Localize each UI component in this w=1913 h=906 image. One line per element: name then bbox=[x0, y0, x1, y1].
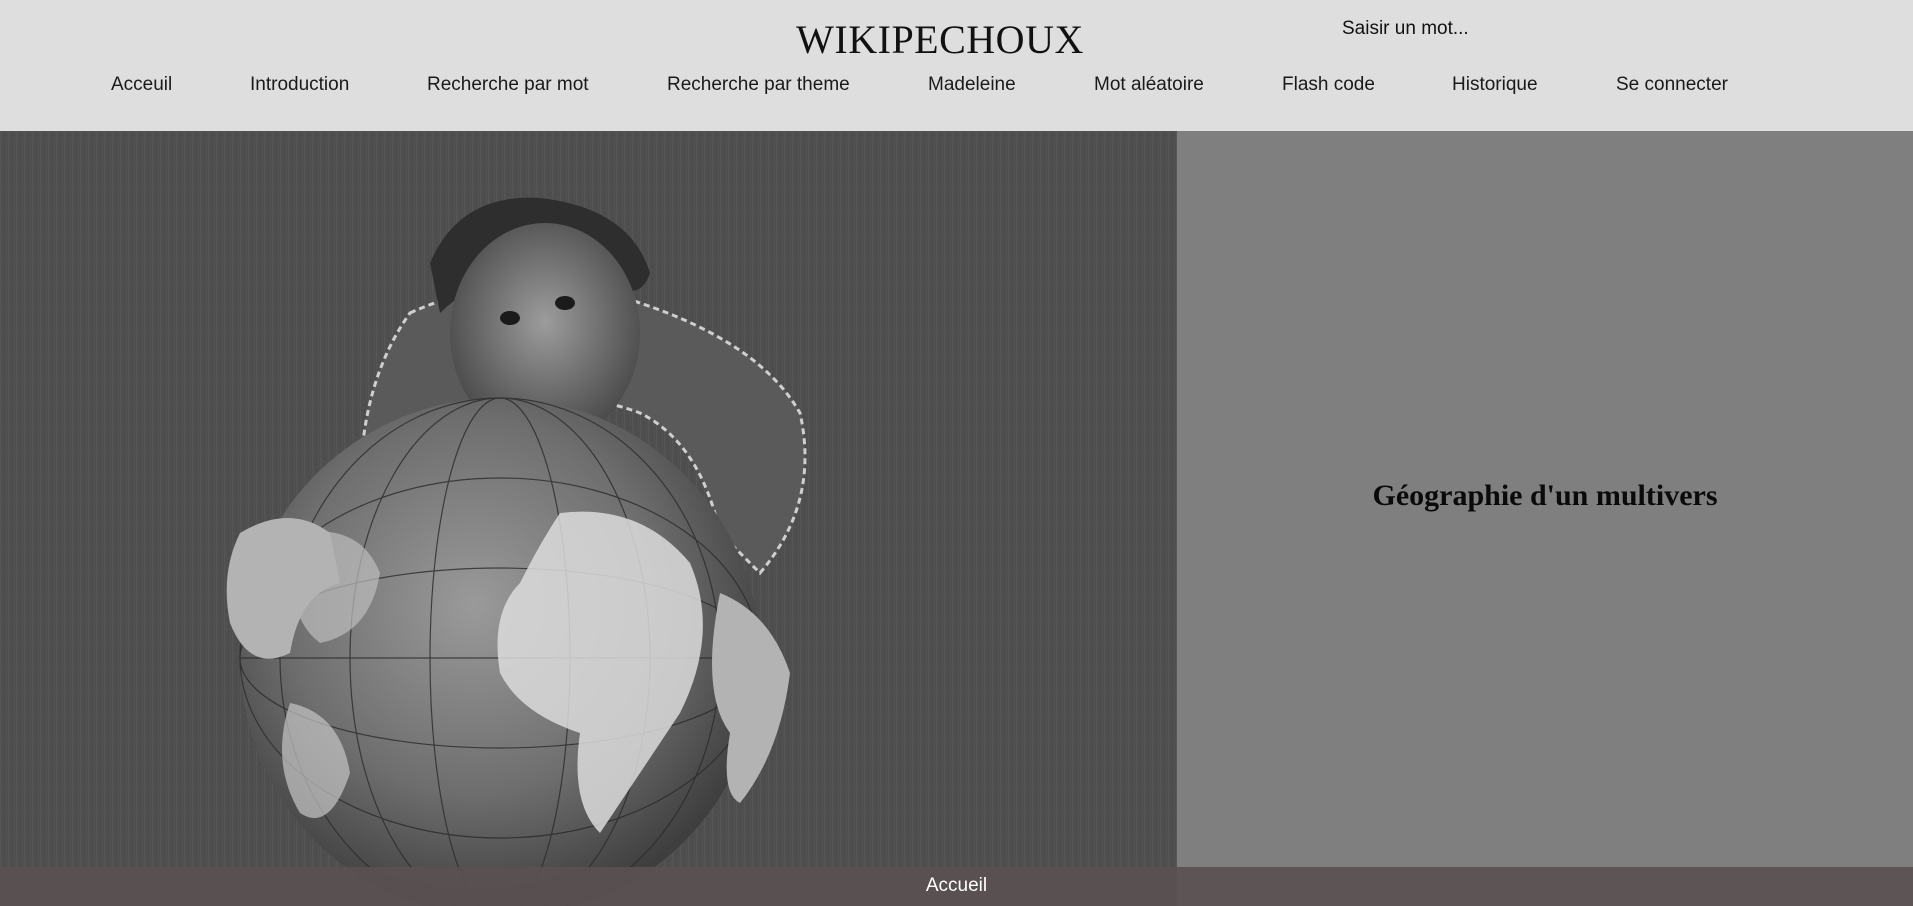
nav-item-recherche-par-mot[interactable]: Recherche par mot bbox=[427, 74, 589, 96]
site-header: WIKIPECHOUX Acceuil Introduction Recherc… bbox=[0, 0, 1913, 131]
photo-man-kissing-globe-icon bbox=[0, 113, 1177, 906]
main-nav: Acceuil Introduction Recherche par mot R… bbox=[0, 74, 1913, 104]
nav-item-se-connecter[interactable]: Se connecter bbox=[1616, 74, 1728, 96]
page-title: Géographie d'un multivers bbox=[1372, 479, 1718, 512]
nav-item-recherche-par-theme[interactable]: Recherche par theme bbox=[667, 74, 850, 96]
site-footer: Accueil bbox=[0, 867, 1913, 906]
title-panel: Géographie d'un multivers bbox=[1177, 131, 1913, 867]
nav-item-flash-code[interactable]: Flash code bbox=[1282, 74, 1375, 96]
nav-item-madeleine[interactable]: Madeleine bbox=[928, 74, 1016, 96]
nav-item-mot-aleatoire[interactable]: Mot aléatoire bbox=[1094, 74, 1204, 96]
footer-home-link[interactable]: Accueil bbox=[0, 875, 1913, 897]
nav-item-acceuil[interactable]: Acceuil bbox=[111, 74, 172, 96]
search-input[interactable] bbox=[1330, 12, 1614, 46]
hero-image bbox=[0, 113, 1177, 906]
nav-item-introduction[interactable]: Introduction bbox=[250, 74, 349, 96]
nav-item-historique[interactable]: Historique bbox=[1452, 74, 1538, 96]
